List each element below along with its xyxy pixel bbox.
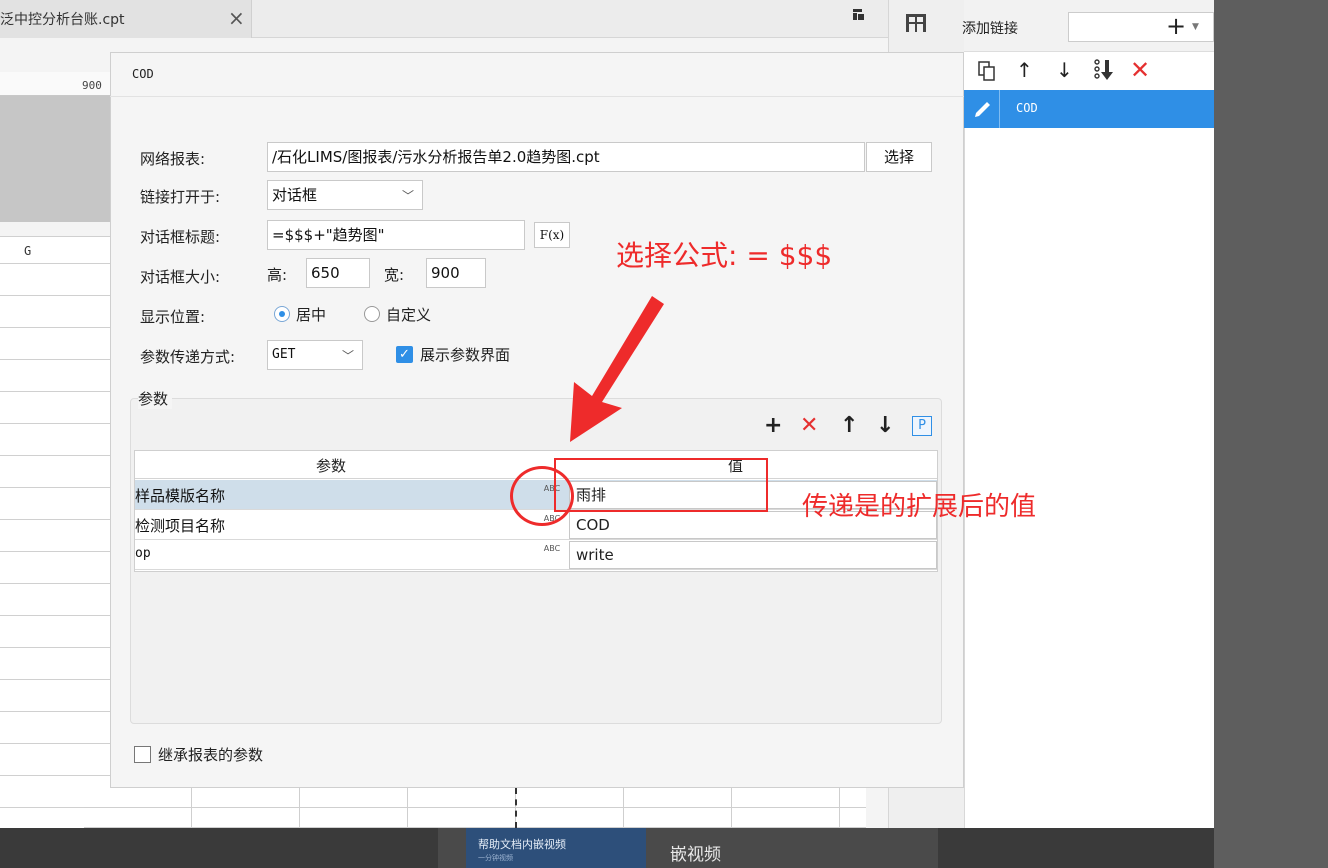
- delete-icon[interactable]: ✕: [800, 413, 818, 439]
- delete-icon[interactable]: ✕: [1130, 58, 1150, 82]
- hyperlink-list-item[interactable]: [964, 90, 1214, 128]
- radio-center-label[interactable]: 居中: [296, 304, 326, 325]
- close-icon[interactable]: ×: [228, 6, 245, 30]
- dialog-divider: [110, 96, 964, 97]
- annotation-formula-note: 选择公式: = $$$: [616, 239, 833, 272]
- window-background: [1214, 0, 1328, 868]
- video-thumbnail-subtitle: 一分钟视频: [478, 854, 513, 862]
- video-thumbnail-title: 帮助文档内嵌视频: [478, 838, 566, 851]
- parameter-icon[interactable]: P: [912, 416, 932, 436]
- menu-flag-icon[interactable]: [852, 8, 866, 22]
- chevron-down-icon[interactable]: ﹀: [402, 187, 414, 204]
- copy-icon[interactable]: [976, 60, 998, 82]
- chevron-down-icon[interactable]: ▼: [1192, 22, 1199, 32]
- dialog-title: COD: [132, 67, 154, 81]
- report-label: 网络报表:: [140, 150, 206, 168]
- params-group-label: 参数: [138, 388, 173, 409]
- chevron-down-icon[interactable]: ﹀: [342, 347, 354, 364]
- value-type-icon[interactable]: ABC: [536, 540, 568, 570]
- layout-icon[interactable]: [904, 12, 928, 34]
- param-name[interactable]: op: [135, 546, 151, 561]
- height-label: 高:: [267, 266, 288, 284]
- open-in-label: 链接打开于:: [140, 188, 221, 206]
- radio-custom-label[interactable]: 自定义: [386, 304, 431, 325]
- plus-icon[interactable]: +: [1166, 12, 1186, 40]
- position-label: 显示位置:: [140, 308, 206, 326]
- header-param: 参数: [316, 457, 347, 475]
- inherit-params-checkbox[interactable]: [134, 746, 151, 763]
- select-button[interactable]: 选择: [866, 142, 932, 172]
- annotation-circle: [510, 466, 574, 526]
- formula-icon[interactable]: F(x): [534, 222, 570, 248]
- radio-custom[interactable]: [364, 306, 380, 322]
- arrow-down-icon[interactable]: ↓: [876, 413, 894, 439]
- column-header: [0, 236, 110, 264]
- hyperlink-item-label[interactable]: COD: [1016, 101, 1038, 115]
- file-tab-title[interactable]: 泛中控分析台账.cpt: [0, 9, 125, 29]
- dialog-title-label: 对话框标题:: [140, 228, 221, 246]
- spreadsheet-grid[interactable]: [0, 264, 110, 828]
- show-param-ui-checkbox[interactable]: ✓: [396, 346, 413, 363]
- arrow-up-icon[interactable]: ↑: [840, 413, 858, 439]
- radio-center[interactable]: [274, 306, 290, 322]
- video-caption[interactable]: 嵌视频: [670, 840, 721, 865]
- ruler-label: 900: [82, 79, 102, 92]
- annotation-value-note: 传递是的扩展后的值: [802, 492, 1037, 522]
- arrow-up-icon[interactable]: ↑: [1016, 58, 1033, 82]
- param-name[interactable]: 检测项目名称: [135, 515, 225, 536]
- size-label: 对话框大小:: [140, 268, 221, 286]
- param-name[interactable]: 样品模版名称: [135, 485, 225, 506]
- show-param-ui-label[interactable]: 展示参数界面: [420, 344, 510, 365]
- inherit-params-label[interactable]: 继承报表的参数: [158, 744, 263, 765]
- editor-gray-area: [0, 96, 110, 222]
- spreadsheet-grid-bottom[interactable]: [84, 788, 866, 828]
- column-label: G: [24, 244, 32, 258]
- edit-icon[interactable]: [972, 97, 994, 119]
- width-field[interactable]: 900: [426, 258, 486, 288]
- height-field[interactable]: 650: [306, 258, 370, 288]
- arrow-down-icon[interactable]: ↓: [1056, 58, 1073, 82]
- param-value[interactable]: write: [569, 541, 937, 569]
- param-method-label: 参数传递方式:: [140, 348, 236, 366]
- plus-icon[interactable]: +: [764, 413, 782, 439]
- width-label: 宽:: [384, 266, 405, 284]
- annotation-arrow-icon: [570, 296, 664, 442]
- open-in-select[interactable]: 对话框: [267, 180, 423, 210]
- hyperlink-toolbar: [964, 52, 1214, 90]
- dialog-title-field[interactable]: =$$$+"趋势图": [267, 220, 525, 250]
- hyperlink-panel-title: 添加链接: [962, 21, 1018, 37]
- move-bottom-icon[interactable]: [1092, 58, 1116, 84]
- report-path-field[interactable]: /石化LIMS/图报表/污水分析报告单2.0趋势图.cpt: [267, 142, 865, 172]
- annotation-highlight-box: [554, 458, 768, 512]
- page-break-line: [515, 788, 517, 828]
